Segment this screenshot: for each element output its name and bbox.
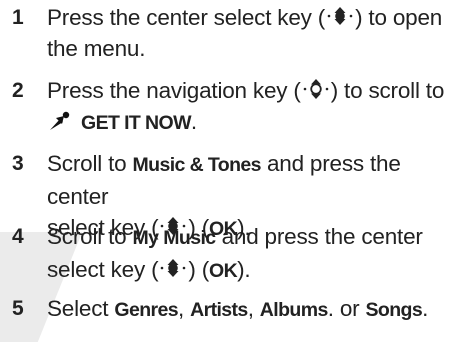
step-number: 2	[12, 79, 24, 102]
step-line: Scroll to Music & Tones and press the ce…	[47, 148, 457, 212]
text-segment: ,	[247, 296, 260, 321]
menu-item-my-music: My Music	[132, 227, 217, 249]
step-text: Scroll to My Music and press the center …	[47, 221, 457, 287]
text-segment: Select	[47, 296, 115, 321]
text-segment: .	[190, 109, 197, 134]
step-line: Select Genres, Artists, Albums. or Songs…	[47, 293, 457, 326]
text-segment: ).	[237, 257, 251, 282]
text-segment: Press the center select key (	[47, 5, 326, 30]
manual-page: 1 Press the center select key ( ) to open…	[0, 0, 460, 342]
menu-item-genres: Genres	[114, 299, 178, 321]
step-line: Press the navigation key ( ) to scroll to	[47, 75, 457, 106]
text-segment: and press the center	[215, 224, 423, 249]
text-segment: Press the navigation key (	[47, 78, 301, 103]
text-segment: Scroll to	[47, 224, 133, 249]
menu-item-get-it-now: GET IT NOW	[81, 112, 192, 134]
center-select-key-icon	[326, 3, 354, 29]
step-line: the menu.	[47, 36, 146, 61]
step-line: select key ( ) (OK).	[47, 254, 457, 287]
text-segment: .	[422, 296, 429, 321]
step-line: Press the center select key ( ) to open	[47, 2, 457, 33]
text-segment: ) to scroll to	[330, 78, 445, 103]
text-segment: ,	[178, 296, 191, 321]
step-number: 4	[12, 225, 24, 248]
step-number: 1	[12, 6, 24, 29]
step-text: Press the center select key ( ) to open t…	[47, 2, 457, 64]
text-segment: Scroll to	[47, 151, 133, 176]
step-line: GET IT NOW.	[47, 106, 457, 139]
step-text: Select Genres, Artists, Albums. or Songs…	[47, 293, 457, 326]
menu-item-albums: Albums	[259, 299, 329, 321]
text-segment: ) to open	[355, 5, 443, 30]
menu-item-music-tones: Music & Tones	[132, 154, 262, 176]
text-segment: ) (	[188, 257, 210, 282]
text-segment: . or	[327, 296, 366, 321]
menu-item-songs: Songs	[365, 299, 423, 321]
text-segment: select key (	[47, 257, 159, 282]
center-select-key-icon	[159, 255, 187, 281]
step-number: 5	[12, 297, 24, 320]
menu-item-artists: Artists	[190, 299, 248, 321]
step-line: Scroll to My Music and press the center	[47, 221, 457, 254]
step-number: 3	[12, 152, 24, 175]
step-text: Press the navigation key ( ) to scroll to…	[47, 75, 457, 139]
ok-key-label: OK	[209, 260, 238, 282]
get-it-now-icon	[47, 109, 71, 131]
navigation-key-icon	[302, 76, 330, 102]
